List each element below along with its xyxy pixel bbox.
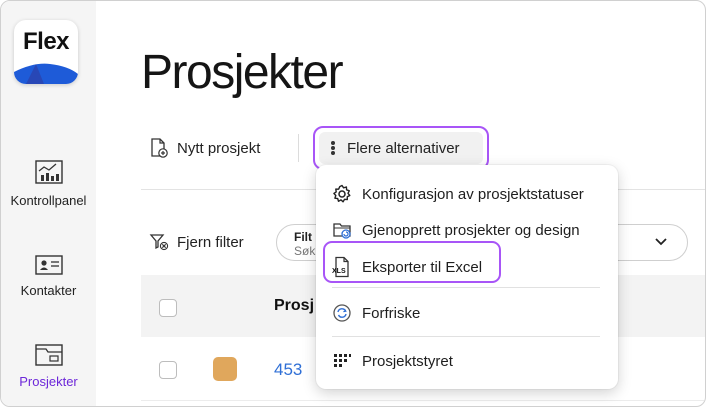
project-folder-icon <box>34 344 63 366</box>
contact-card-icon <box>34 255 63 275</box>
app-window: Flex Kontrollpanel Kontakter Prosjekter … <box>0 0 706 407</box>
menu-item-restore-projects[interactable]: Gjenopprett prosjekter og design <box>332 220 580 240</box>
menu-item-label: Prosjektstyret <box>362 352 453 370</box>
menu-item-label: Gjenopprett prosjekter og design <box>362 221 580 239</box>
kebab-menu-icon <box>331 141 335 155</box>
gear-icon <box>333 184 351 203</box>
sidebar-item-label: Prosjekter <box>19 374 78 389</box>
menu-item-project-board[interactable]: Prosjektstyret <box>332 351 453 371</box>
more-options-label: Flere alternativer <box>347 139 460 157</box>
sidebar-item-label: Kontakter <box>20 283 77 298</box>
folder-restore-icon <box>333 223 351 239</box>
refresh-icon <box>333 304 351 322</box>
project-color-swatch <box>213 357 237 381</box>
dashboard-icon <box>34 160 63 184</box>
sidebar: Flex Kontrollpanel Kontakter Prosjekter <box>1 1 96 406</box>
sidebar-item-kontakter[interactable]: Kontakter <box>1 253 96 298</box>
menu-item-label: Konfigurasjon av prosjektstatuser <box>362 185 584 203</box>
new-project-label: Nytt prosjekt <box>177 139 261 157</box>
column-header-project[interactable]: Prosj <box>274 297 314 315</box>
menu-separator <box>332 336 600 337</box>
project-id-link[interactable]: 453 <box>274 360 302 380</box>
menu-item-refresh[interactable]: Forfriske <box>332 303 420 323</box>
logo-wave-icon <box>14 63 78 84</box>
more-options-button-body[interactable]: Flere alternativer <box>319 132 483 164</box>
clear-filter-button[interactable]: Fjern filter <box>149 232 244 252</box>
menu-item-label: Forfriske <box>362 304 421 322</box>
sidebar-item-label: Kontrollpanel <box>10 193 87 208</box>
new-project-button[interactable]: Nytt prosjekt <box>149 137 260 159</box>
export-highlight-outline <box>323 241 501 283</box>
sidebar-item-kontrollpanel[interactable]: Kontrollpanel <box>1 159 96 208</box>
filter-field-placeholder: Søk <box>294 244 316 258</box>
filter-clear-icon <box>149 234 169 251</box>
more-options-button[interactable]: Flere alternativer <box>313 126 489 170</box>
menu-separator <box>332 287 600 288</box>
logo-text: Flex <box>22 28 70 55</box>
select-all-checkbox[interactable] <box>159 299 177 317</box>
menu-item-configure-statuses[interactable]: Konfigurasjon av prosjektstatuser <box>332 184 584 204</box>
row-checkbox[interactable] <box>159 361 177 379</box>
grid-board-icon <box>334 354 351 367</box>
toolbar-divider <box>298 134 299 162</box>
page-title: Prosjekter <box>141 46 344 99</box>
new-document-icon <box>151 138 168 158</box>
clear-filter-label: Fjern filter <box>177 233 244 251</box>
chevron-down-icon[interactable] <box>654 237 668 247</box>
app-logo[interactable]: Flex <box>14 20 78 84</box>
filter-field-label: Filt <box>294 230 312 244</box>
sidebar-item-prosjekter[interactable]: Prosjekter <box>1 342 96 389</box>
